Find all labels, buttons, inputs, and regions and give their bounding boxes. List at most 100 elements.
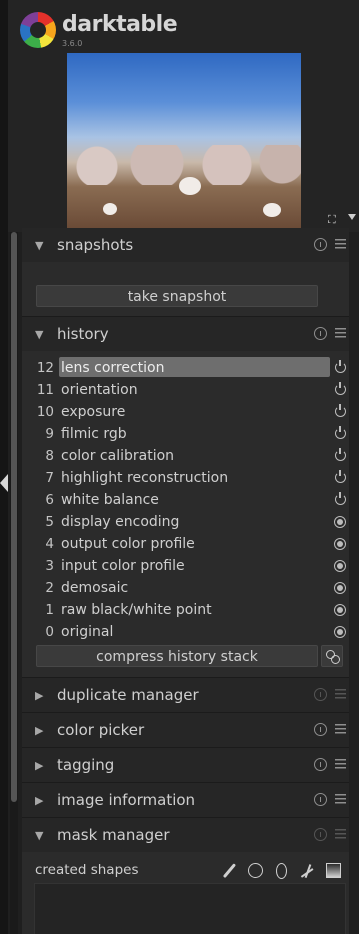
- history-item[interactable]: 4 output color profile: [22, 533, 349, 555]
- history-item-number: 1: [45, 602, 54, 618]
- history-item[interactable]: 0 original: [22, 621, 349, 643]
- power-icon: [335, 448, 346, 461]
- zoom-dropdown-icon[interactable]: [348, 214, 356, 220]
- history-item-number: 9: [45, 426, 54, 442]
- expand-triangle-icon: ▶: [35, 759, 44, 772]
- color-picker-header[interactable]: ▶ color picker: [22, 713, 349, 747]
- app-version: 3.6.0: [62, 39, 83, 48]
- history-title: history: [57, 325, 109, 343]
- thumbnail-blossom: [179, 177, 201, 195]
- ellipse-shape-icon[interactable]: [276, 863, 287, 879]
- always-on-icon: [334, 582, 346, 594]
- history-item[interactable]: 8 color calibration: [22, 445, 349, 467]
- history-item[interactable]: 6 white balance: [22, 489, 349, 511]
- history-item-label: lens correction: [61, 360, 165, 376]
- history-item-label: output color profile: [61, 536, 195, 552]
- reset-icon[interactable]: [314, 723, 327, 736]
- image-information-header[interactable]: ▶ image information: [22, 783, 349, 817]
- history-item-number: 10: [36, 404, 54, 420]
- history-item-number: 2: [45, 580, 54, 596]
- image-information-title: image information: [57, 791, 196, 809]
- duplicate-manager-title: duplicate manager: [57, 686, 199, 704]
- history-item-label: highlight reconstruction: [61, 470, 229, 486]
- presets-menu-icon[interactable]: [335, 238, 346, 250]
- take-snapshot-button[interactable]: take snapshot: [36, 285, 318, 307]
- history-item-number: 11: [36, 382, 54, 398]
- thumbnail-blossom: [263, 203, 281, 217]
- reset-icon[interactable]: [314, 238, 327, 251]
- always-on-icon: [334, 538, 346, 550]
- history-header[interactable]: ▼ history: [22, 317, 349, 351]
- history-item-number: 5: [45, 514, 54, 530]
- history-item[interactable]: 10 exposure: [22, 401, 349, 423]
- history-item-number: 8: [45, 448, 54, 464]
- created-shapes-label: created shapes: [35, 862, 139, 878]
- reset-icon[interactable]: [314, 327, 327, 340]
- history-item-label: demosaic: [61, 580, 129, 596]
- reset-icon[interactable]: [314, 758, 327, 771]
- presets-menu-icon[interactable]: [335, 828, 346, 840]
- power-icon: [335, 382, 346, 395]
- thumbnail-blossom: [103, 203, 117, 215]
- brush-icon[interactable]: [221, 863, 239, 879]
- power-icon: [335, 360, 346, 373]
- left-panel-collapse-strip[interactable]: [0, 0, 8, 934]
- expand-triangle-icon: ▶: [35, 724, 44, 737]
- history-item-label: input color profile: [61, 558, 185, 574]
- panel-header: darktable 3.6.0 ⛶: [8, 0, 359, 232]
- mask-manager-header[interactable]: ▼ mask manager: [22, 818, 349, 852]
- power-icon: [335, 492, 346, 505]
- history-item-label: original: [61, 624, 114, 640]
- path-shape-icon[interactable]: [299, 863, 315, 879]
- gradient-shape-icon[interactable]: [326, 863, 341, 878]
- history-item-label: display encoding: [61, 514, 180, 530]
- history-item[interactable]: 9 filmic rgb: [22, 423, 349, 445]
- history-item[interactable]: 1 raw black/white point: [22, 599, 349, 621]
- snapshots-title: snapshots: [57, 236, 134, 254]
- history-item[interactable]: 3 input color profile: [22, 555, 349, 577]
- collapse-triangle-icon: ▼: [35, 328, 44, 341]
- history-item-label: color calibration: [61, 448, 175, 464]
- collapse-triangle-icon: ▼: [35, 239, 44, 252]
- presets-menu-icon[interactable]: [335, 758, 346, 770]
- compress-history-button[interactable]: compress history stack: [36, 645, 318, 667]
- history-item-number: 3: [45, 558, 54, 574]
- history-item-label: raw black/white point: [61, 602, 212, 618]
- color-picker-title: color picker: [57, 721, 145, 739]
- always-on-icon: [334, 604, 346, 616]
- power-icon: [335, 470, 346, 483]
- history-item[interactable]: 2 demosaic: [22, 577, 349, 599]
- history-item[interactable]: 12 lens correction: [22, 357, 349, 379]
- expand-triangle-icon: ▶: [35, 689, 44, 702]
- fit-zoom-icon[interactable]: ⛶: [328, 214, 340, 226]
- reset-icon[interactable]: [314, 793, 327, 806]
- history-item-label: exposure: [61, 404, 126, 420]
- history-item-number: 4: [45, 536, 54, 552]
- history-item[interactable]: 11 orientation: [22, 379, 349, 401]
- create-style-icon[interactable]: [321, 645, 343, 667]
- reset-icon[interactable]: [314, 828, 327, 841]
- expand-left-panel-arrow-icon[interactable]: [0, 474, 8, 492]
- circle-shape-icon[interactable]: [248, 863, 263, 878]
- presets-menu-icon[interactable]: [335, 793, 346, 805]
- presets-menu-icon[interactable]: [335, 723, 346, 735]
- history-item[interactable]: 7 highlight reconstruction: [22, 467, 349, 489]
- history-item-number: 12: [36, 360, 54, 376]
- presets-menu-icon[interactable]: [335, 688, 346, 700]
- history-item[interactable]: 5 display encoding: [22, 511, 349, 533]
- history-item-label: orientation: [61, 382, 138, 398]
- panel-scrollbar-thumb[interactable]: [11, 232, 17, 802]
- snapshots-header[interactable]: ▼ snapshots: [22, 228, 349, 262]
- presets-menu-icon[interactable]: [335, 327, 346, 339]
- tagging-header[interactable]: ▶ tagging: [22, 748, 349, 782]
- lighttable-right-panel: darktable 3.6.0 ⛶ ▼ snapshots take snaps…: [0, 0, 359, 934]
- history-item-number: 6: [45, 492, 54, 508]
- duplicate-manager-header[interactable]: ▶ duplicate manager: [22, 678, 349, 712]
- tagging-title: tagging: [57, 756, 115, 774]
- darktable-logo-icon: [20, 12, 56, 48]
- navigation-thumbnail[interactable]: [67, 53, 301, 229]
- app-name: darktable: [62, 12, 178, 37]
- reset-icon[interactable]: [314, 688, 327, 701]
- history-item-number: 0: [45, 624, 54, 640]
- created-shapes-list[interactable]: [34, 883, 346, 934]
